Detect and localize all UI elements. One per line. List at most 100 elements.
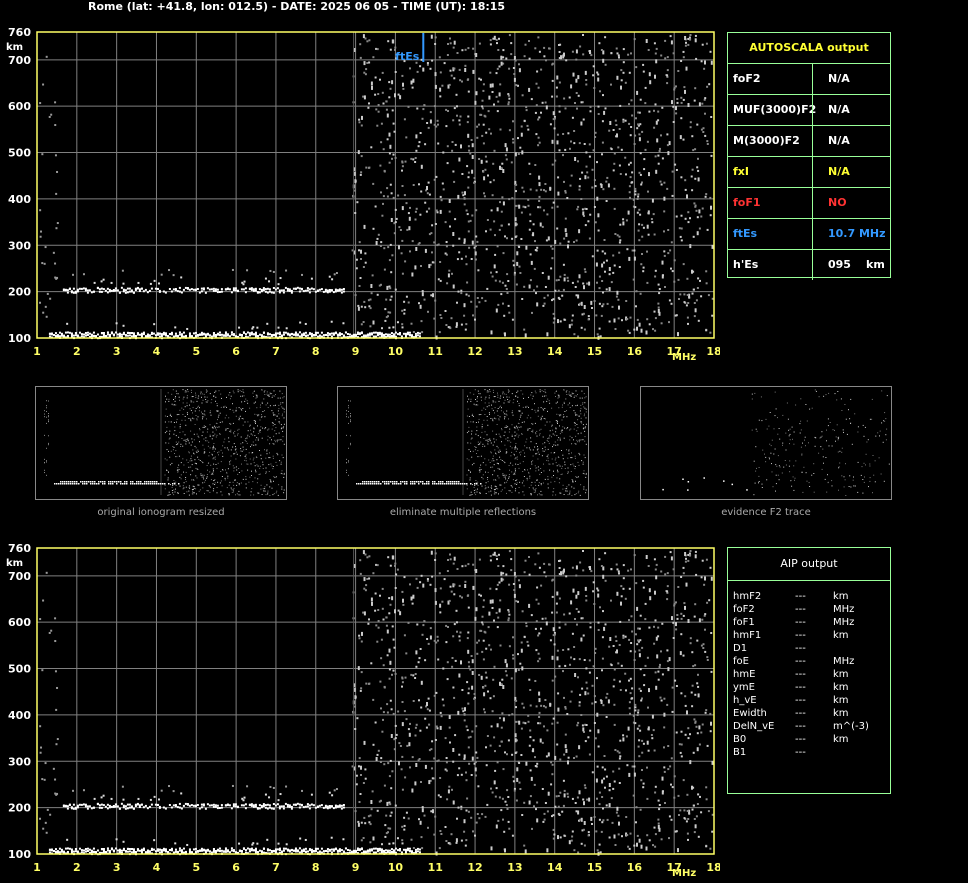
thumb-noise-point [233,488,235,490]
thumb-noise-point [184,416,186,417]
noise-point [594,221,597,224]
trace-point [374,335,377,338]
trace-point [192,288,195,291]
thumb-noise-point [583,427,585,429]
thumb-noise-point [499,456,501,458]
noise-point [634,206,637,209]
noise-point [554,159,557,162]
noise-point [631,630,634,633]
noise-point [600,314,603,317]
thumb-trace-point [372,483,374,485]
noise-point [505,147,508,152]
thumb-noise-point [281,488,283,490]
noise-point [582,34,584,36]
noise-point [538,116,541,119]
noise-point [398,245,400,250]
trace-point [186,287,189,289]
noise-point [426,579,429,582]
noise-point [552,312,555,315]
thumb-noise-point [255,439,257,441]
noise-point [533,805,535,808]
noise-point [433,123,436,126]
thumb-noise-point [487,477,489,478]
noise-point [449,42,452,45]
noise-point [55,192,58,195]
noise-point [411,240,414,243]
thumb-noise-point [186,402,188,404]
thumb-noise-point [579,397,581,399]
thumb-trace-point [446,481,448,483]
noise-point [491,194,494,197]
noise-point [687,211,690,214]
trace-point [86,289,89,292]
thumb-noise-point [269,452,270,454]
noise-point [675,85,677,88]
thumb-noise-point [185,390,187,392]
noise-point [621,319,623,322]
noise-point [657,110,660,113]
noise-point [678,298,680,300]
thumb-noise-point [210,479,212,481]
noise-point [704,60,706,65]
noise-point [647,233,650,236]
thumb-noise-point [555,427,557,429]
thumb-trace-point [62,483,64,485]
thumb-noise-point [566,410,567,412]
noise-point [403,308,406,311]
thumb-noise-point [880,473,882,475]
thumb-noise-point [493,396,495,398]
noise-point [516,251,519,256]
thumb-noise-point [545,395,547,397]
trace-point [304,331,307,334]
thumb-noise-point [575,476,577,478]
x-tick-label: 3 [113,345,121,358]
noise-point [401,206,404,211]
trace-point [306,334,309,337]
thumb-noise-point [499,435,501,437]
noise-point [603,261,605,264]
noise-point [567,279,570,282]
noise-point [497,819,500,822]
thumb-noise-point [476,400,478,402]
noise-point [556,140,559,145]
noise-point [447,326,450,329]
noise-point [383,247,386,250]
thumb-noise-point [532,449,534,451]
thumb-noise-point [206,440,208,442]
trace-point [236,289,239,292]
noise-point [474,258,477,261]
thumb-noise-point [176,393,178,395]
noise-point [669,35,672,38]
trace-point [254,333,257,336]
thumb-noise-point [566,428,568,430]
noise-point [463,203,466,206]
thumb-noise-point [212,448,214,450]
noise-point [43,262,46,265]
thumb-noise-point [531,423,532,425]
x-tick-label: 18 [706,345,720,358]
thumb-trace-point [404,483,406,485]
noise-point [641,181,643,184]
trace-point [60,334,63,337]
thumb-noise-point [205,391,207,393]
trace-point [278,291,281,294]
noise-point [563,180,565,183]
thumb-noise-point [494,412,495,414]
trace-point [88,289,91,292]
thumb-noise-point [185,486,187,488]
noise-point [439,95,442,98]
thumb-noise-point [774,415,776,417]
noise-point [691,189,694,192]
thumb-noise-point [253,462,255,464]
thumb-trace-point [84,483,86,485]
thumb-trace-point [366,483,368,485]
thumb-trace-point [136,483,138,485]
thumb-noise-point [871,418,873,420]
noise-point [405,202,408,205]
noise-point [362,95,365,98]
noise-point [582,569,585,572]
noise-point [705,329,708,332]
thumb-noise-point [540,468,542,469]
noise-point [501,281,504,284]
thumb-noise-point [251,470,252,472]
